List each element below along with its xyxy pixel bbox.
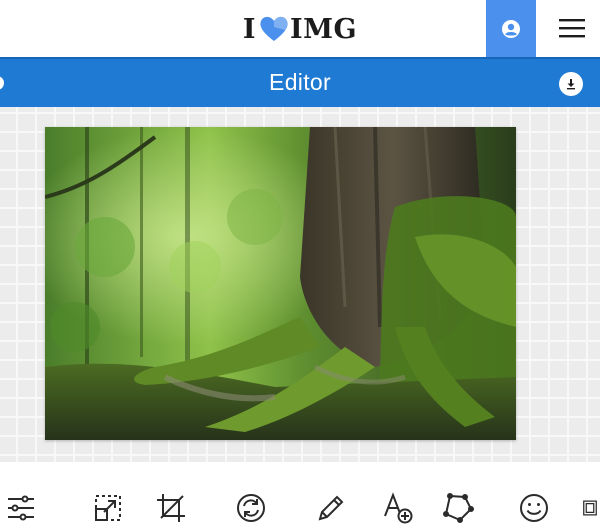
logo-text-right: IMG [290,13,358,45]
text-tool[interactable] [378,489,418,527]
crop-tool[interactable] [151,489,191,527]
hamburger-menu-icon [559,19,585,38]
bottom-toolbar [0,462,600,530]
add-text-icon [384,492,413,524]
resize-icon [95,495,121,521]
heart-logo-icon [260,16,288,41]
download-button[interactable] [559,72,583,96]
rotate-icon [237,494,265,522]
emoji-sticker-icon [520,494,548,522]
adjust-tool[interactable] [1,489,41,527]
download-icon [567,79,575,90]
draw-pencil-icon [318,495,344,521]
draw-tool[interactable] [311,489,351,527]
top-header: I IMG [0,0,600,57]
user-circle-icon [502,19,520,38]
edited-photo[interactable] [45,127,516,440]
forest-tree-photo [45,127,516,440]
adjust-sliders-icon [8,495,34,521]
editor-bar: Editor [0,57,600,107]
sticker-tool[interactable] [514,489,554,527]
editor-title: Editor [269,69,331,95]
user-account-button[interactable] [486,0,536,57]
frame-icon [583,500,597,516]
main-menu-button[interactable] [548,10,596,46]
rotate-tool[interactable] [231,489,271,527]
logo-text-left: I [242,13,257,45]
shape-tool[interactable] [438,489,478,527]
frame-tool[interactable] [580,489,600,527]
crop-icon [157,494,185,522]
shape-icon [443,493,474,523]
resize-tool[interactable] [88,489,128,527]
